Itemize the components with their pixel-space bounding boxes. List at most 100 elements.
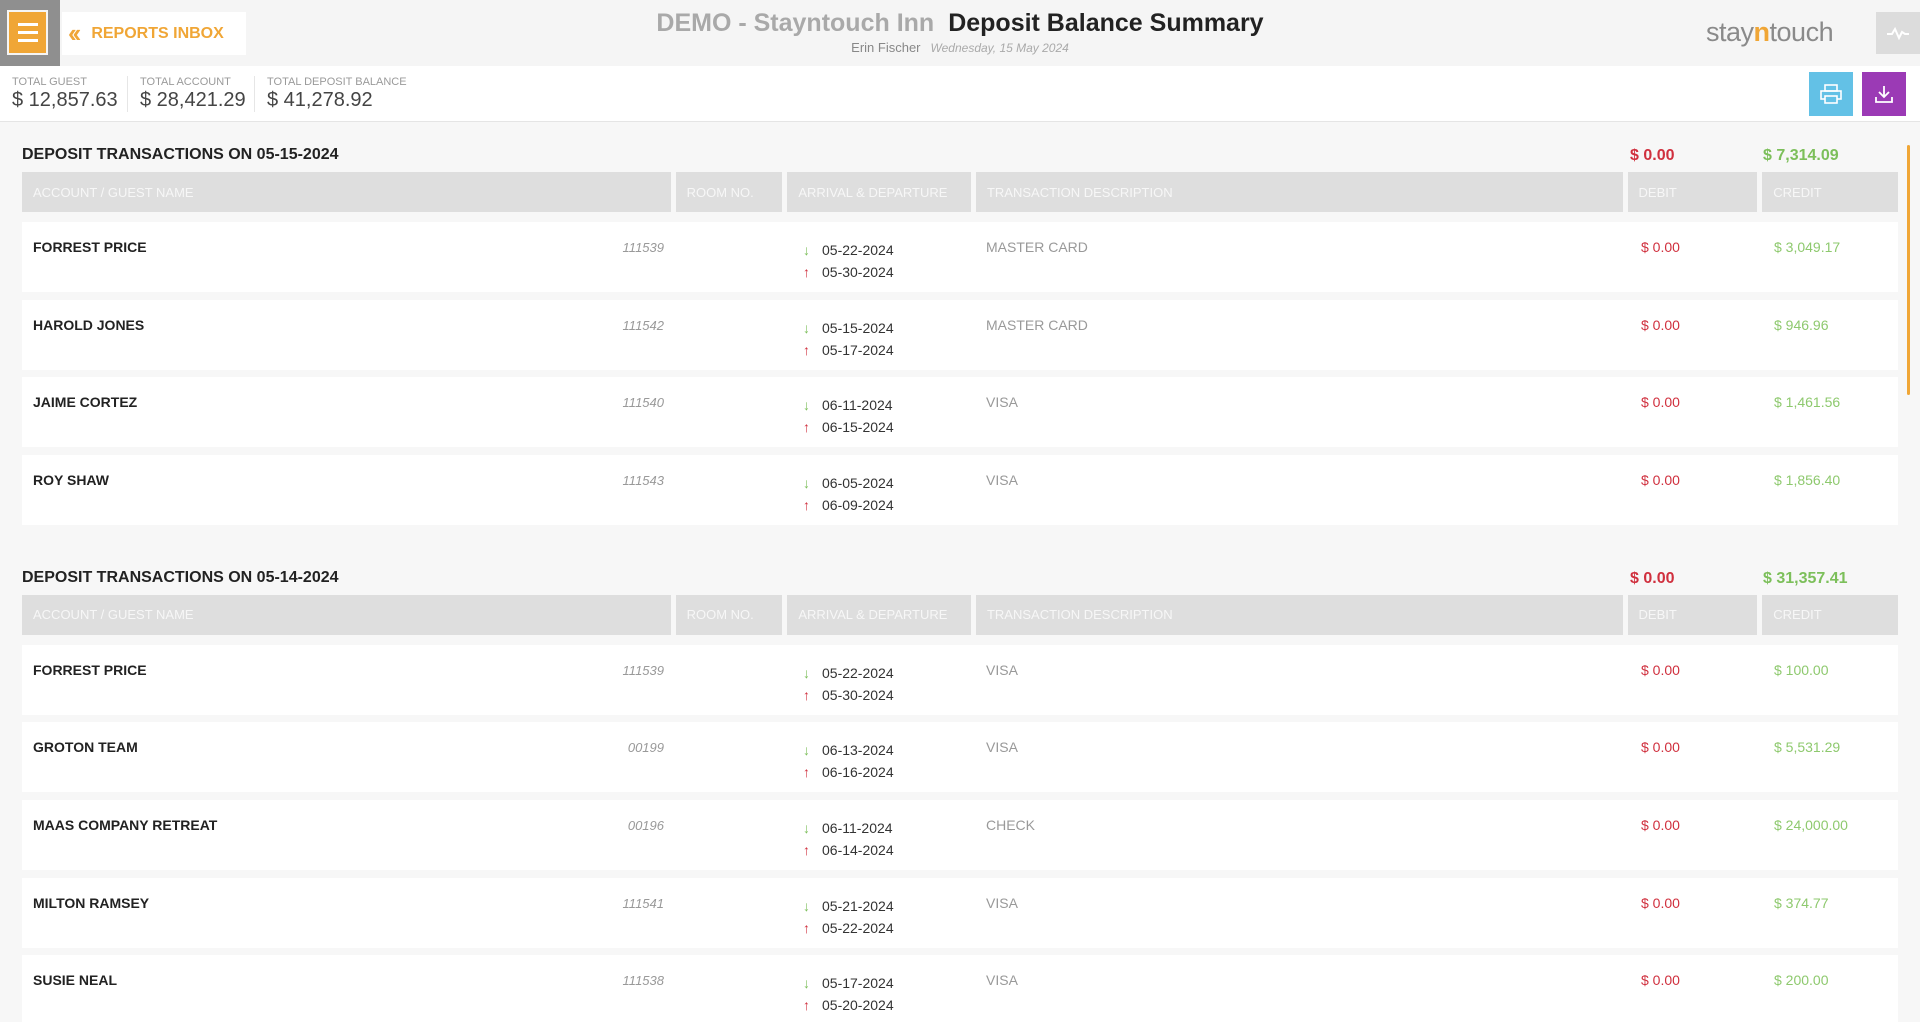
arrival-date: 05-22-2024 (822, 664, 894, 681)
col-header-description[interactable]: TRANSACTION DESCRIPTION (975, 594, 1623, 635)
guest-name[interactable]: HAROLD JONES (33, 317, 144, 333)
departure-date: 05-17-2024 (822, 341, 894, 358)
report-title: Deposit Balance Summary (948, 9, 1264, 37)
table-row[interactable]: SUSIE NEAL 111538 ↓ 05-17-2024 ↑ 05-20-202… (22, 955, 1898, 1022)
room-number: 111539 (622, 240, 664, 255)
transaction-description: VISA (986, 394, 1018, 411)
totals-bar: TOTAL GUEST $ 12,857.63 TOTAL ACCOUNT $ … (0, 66, 1920, 122)
room-number: 00199 (627, 740, 664, 756)
activity-button[interactable] (1876, 12, 1920, 54)
arrow-down-icon: ↓ (803, 975, 810, 992)
arrow-down-icon: ↓ (803, 819, 810, 836)
guest-name[interactable]: JAIME CORTEZ (33, 394, 137, 410)
arrow-down-icon: ↓ (803, 664, 810, 681)
col-header-room[interactable]: ROOM NO. (675, 172, 783, 212)
col-header-credit[interactable]: CREDIT (1762, 594, 1898, 635)
transaction-description: VISA (986, 739, 1018, 756)
section-credit-total: $ 7,314.09 (1763, 147, 1839, 164)
departure-date: 06-14-2024 (822, 841, 894, 858)
table-row[interactable]: FORREST PRICE 111539 ↓ 05-22-2024 ↑ 05-30-… (22, 222, 1898, 292)
departure-date: 06-15-2024 (822, 419, 894, 436)
table-row[interactable]: FORREST PRICE 111539 ↓ 05-22-2024 ↑ 05-30-… (22, 644, 1898, 715)
arrival-departure: ↓ 05-15-2024 ↑ 05-17-2024 (803, 317, 894, 361)
arrival-departure: ↓ 05-21-2024 ↑ 05-22-2024 (803, 895, 894, 939)
departure-date: 05-22-2024 (822, 919, 894, 936)
arrow-up-icon: ↑ (803, 264, 810, 280)
col-header-name[interactable]: ACCOUNT / GUEST NAME (22, 594, 671, 635)
total-account-value: $ 28,421.29 (140, 89, 246, 111)
debit-amount: $ 0.00 (1641, 661, 1680, 678)
col-header-debit[interactable]: DEBIT (1627, 594, 1758, 635)
scrollbar[interactable] (1907, 145, 1910, 395)
total-guest: TOTAL GUEST $ 12,857.63 (12, 76, 118, 112)
debit-amount: $ 0.00 (1641, 471, 1680, 488)
table-row[interactable]: ROY SHAW 111543 ↓ 06-05-2024 ↑ 06-09-2024 … (22, 454, 1898, 525)
guest-name[interactable]: ROY SHAW (33, 472, 109, 488)
section-title: DEPOSIT TRANSACTIONS ON 05-14-2024 (22, 568, 339, 586)
debit-amount: $ 0.00 (1641, 394, 1680, 411)
arrival-departure: ↓ 06-11-2024 ↑ 06-14-2024 (803, 817, 894, 861)
room-number: 111539 (622, 662, 664, 678)
col-header-room[interactable]: ROOM NO. (675, 594, 783, 635)
col-header-credit[interactable]: CREDIT (1762, 172, 1898, 212)
credit-amount: $ 200.00 (1774, 972, 1829, 989)
arrow-down-icon: ↓ (803, 319, 810, 336)
credit-amount: $ 1,461.56 (1774, 394, 1841, 411)
credit-amount: $ 3,049.17 (1774, 239, 1841, 255)
col-header-arrival[interactable]: ARRIVAL & DEPARTURE (787, 594, 971, 635)
arrival-date: 05-21-2024 (822, 897, 894, 914)
section-header: DEPOSIT TRANSACTIONS ON 05-15-2024 $ 0.0… (22, 136, 1898, 172)
arrival-departure: ↓ 05-22-2024 ↑ 05-30-2024 (803, 662, 894, 706)
arrival-departure: ↓ 05-17-2024 ↑ 05-20-2024 (803, 972, 894, 1016)
arrow-up-icon: ↑ (803, 997, 810, 1014)
debit-amount: $ 0.00 (1641, 972, 1680, 989)
room-number: 111538 (622, 973, 664, 989)
transaction-description: MASTER CARD (986, 316, 1088, 333)
section-header: DEPOSIT TRANSACTIONS ON 05-14-2024 $ 0.0… (22, 559, 1898, 595)
arrival-date: 05-17-2024 (822, 975, 894, 992)
deposit-section: DEPOSIT TRANSACTIONS ON 05-14-2024 $ 0.0… (22, 559, 1898, 1022)
table-header: ACCOUNT / GUEST NAME ROOM NO. ARRIVAL & … (22, 594, 1898, 635)
guest-name[interactable]: FORREST PRICE (33, 239, 147, 255)
table-row[interactable]: GROTON TEAM 00199 ↓ 06-13-2024 ↑ 06-16-202… (22, 722, 1898, 793)
arrow-down-icon: ↓ (803, 897, 810, 914)
hotel-name: DEMO - Stayntouch Inn (656, 9, 935, 37)
table-row[interactable]: MILTON RAMSEY 111541 ↓ 05-21-2024 ↑ 05-22-… (22, 877, 1898, 948)
arrival-departure: ↓ 05-22-2024 ↑ 05-30-2024 (803, 239, 894, 283)
arrival-date: 06-11-2024 (822, 397, 893, 414)
col-header-arrival[interactable]: ARRIVAL & DEPARTURE (787, 172, 971, 212)
departure-date: 05-20-2024 (822, 997, 894, 1014)
arrow-down-icon: ↓ (803, 242, 810, 258)
table-row[interactable]: JAIME CORTEZ 111540 ↓ 06-11-2024 ↑ 06-15-2… (22, 377, 1898, 448)
guest-name[interactable]: MILTON RAMSEY (33, 895, 149, 911)
guest-name[interactable]: FORREST PRICE (33, 662, 147, 678)
credit-amount: $ 946.96 (1774, 316, 1829, 333)
room-number: 111540 (622, 395, 664, 411)
transaction-description: VISA (986, 972, 1018, 989)
total-account: TOTAL ACCOUNT $ 28,421.29 (127, 76, 246, 112)
credit-amount: $ 374.77 (1774, 894, 1829, 911)
col-header-description[interactable]: TRANSACTION DESCRIPTION (975, 172, 1623, 212)
col-header-debit[interactable]: DEBIT (1627, 172, 1758, 212)
arrow-up-icon: ↑ (803, 341, 810, 358)
room-number: 00196 (627, 817, 664, 833)
arrival-date: 06-11-2024 (822, 819, 893, 836)
debit-amount: $ 0.00 (1641, 739, 1680, 756)
total-guest-label: TOTAL GUEST (12, 76, 87, 88)
arrival-departure: ↓ 06-11-2024 ↑ 06-15-2024 (803, 394, 894, 438)
arrow-up-icon: ↑ (803, 496, 810, 513)
download-icon (1875, 86, 1893, 103)
guest-name[interactable]: MAAS COMPANY RETREAT (33, 817, 217, 833)
print-button[interactable] (1809, 72, 1853, 116)
download-button[interactable] (1862, 72, 1906, 116)
departure-date: 06-09-2024 (822, 496, 894, 513)
arrow-up-icon: ↑ (803, 919, 810, 936)
guest-name[interactable]: GROTON TEAM (33, 739, 138, 755)
guest-name[interactable]: SUSIE NEAL (33, 972, 117, 988)
table-row[interactable]: MAAS COMPANY RETREAT 00196 ↓ 06-11-2024 ↑… (22, 799, 1898, 870)
credit-amount: $ 5,531.29 (1774, 739, 1841, 756)
table-row[interactable]: HAROLD JONES 111542 ↓ 05-15-2024 ↑ 05-17-2… (22, 299, 1898, 370)
col-header-name[interactable]: ACCOUNT / GUEST NAME (22, 172, 671, 212)
section-debit-total: $ 0.00 (1630, 147, 1675, 164)
arrow-up-icon: ↑ (803, 841, 810, 858)
